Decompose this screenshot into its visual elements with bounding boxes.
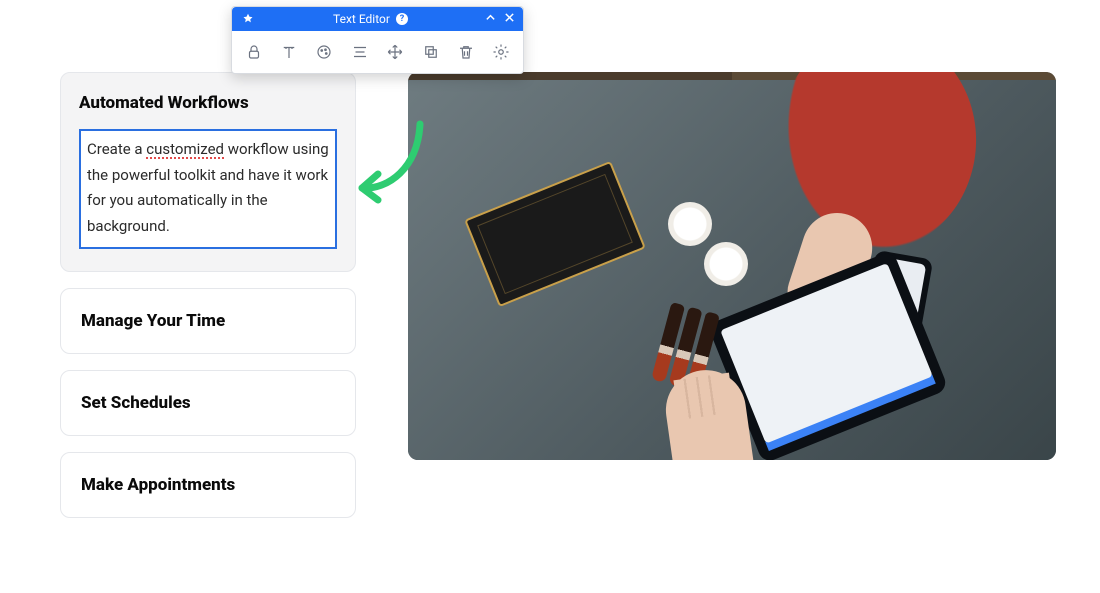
spellcheck-word[interactable]: customized xyxy=(146,140,224,158)
toolbox-body xyxy=(232,31,523,73)
panel-set-schedules[interactable]: Set Schedules xyxy=(60,370,356,436)
trash-icon[interactable] xyxy=(454,39,477,65)
editable-text-selection[interactable]: Create a customized workflow using the p… xyxy=(79,129,337,249)
toolbox-titlebar[interactable]: Text Editor ? xyxy=(232,7,523,31)
panel-title: Make Appointments xyxy=(81,475,335,495)
collapse-icon[interactable] xyxy=(485,12,496,26)
layer-icon[interactable] xyxy=(419,39,442,65)
lock-icon[interactable] xyxy=(242,39,265,65)
panel-body-text[interactable]: Create a customized workflow using the p… xyxy=(87,137,329,239)
text-editor-toolbox[interactable]: Text Editor ? xyxy=(231,6,524,74)
text-style-icon[interactable] xyxy=(277,39,300,65)
accordion-panel: Automated Workflows Create a customized … xyxy=(60,72,356,518)
settings-icon[interactable] xyxy=(490,39,513,65)
align-icon[interactable] xyxy=(348,39,371,65)
panel-title: Set Schedules xyxy=(81,393,335,413)
help-badge-icon[interactable]: ? xyxy=(396,13,408,25)
panel-manage-your-time[interactable]: Manage Your Time xyxy=(60,288,356,354)
panel-make-appointments[interactable]: Make Appointments xyxy=(60,452,356,518)
toolbox-title: Text Editor xyxy=(333,12,390,26)
close-icon[interactable] xyxy=(504,12,515,26)
panel-title: Manage Your Time xyxy=(81,311,335,331)
panel-automated-workflows[interactable]: Automated Workflows Create a customized … xyxy=(60,72,356,272)
pin-icon[interactable] xyxy=(240,13,256,25)
move-icon[interactable] xyxy=(384,39,407,65)
panel-title: Automated Workflows xyxy=(79,93,337,113)
hero-image xyxy=(408,72,1056,460)
palette-icon[interactable] xyxy=(313,39,336,65)
